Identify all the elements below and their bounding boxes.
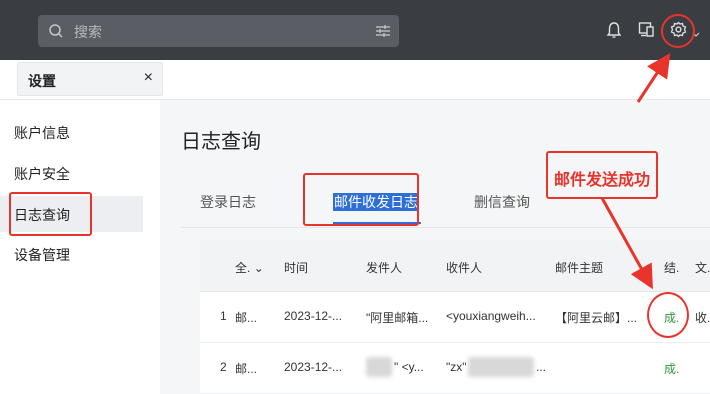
table-row[interactable]: 2 邮... 2023-12-... " <y... "zx" ... 成. bbox=[200, 343, 710, 394]
search-input[interactable]: 搜索 bbox=[74, 22, 102, 42]
bell-icon[interactable] bbox=[606, 21, 622, 44]
sidebar-item-label: 设备管理 bbox=[14, 247, 70, 263]
row-result: 成. bbox=[664, 362, 680, 376]
row-recipient: "zx" bbox=[446, 360, 467, 374]
row-file: 收. bbox=[695, 311, 710, 325]
header-sender: 发件人 bbox=[366, 261, 403, 275]
close-icon[interactable]: × bbox=[144, 69, 153, 87]
annotation-circle-result bbox=[647, 292, 689, 338]
row-subject: ... bbox=[536, 360, 547, 374]
tab-label: 设置 bbox=[28, 73, 56, 89]
row-time: 2023-12-... bbox=[284, 309, 343, 323]
device-icon[interactable] bbox=[638, 21, 655, 43]
sidebar-item-label: 账户安全 bbox=[14, 166, 70, 182]
row-index: 2 bbox=[220, 360, 227, 374]
annotation-box-sidebar bbox=[9, 192, 92, 236]
row-sender: "阿里邮箱... bbox=[366, 311, 429, 325]
row-sender: " <y... bbox=[394, 360, 424, 374]
annotation-label: 邮件发送成功 bbox=[554, 172, 651, 189]
redacted-recipient bbox=[468, 357, 534, 377]
row-type: 邮... bbox=[235, 311, 258, 325]
tab-login-log[interactable]: 登录日志 bbox=[200, 192, 256, 212]
table-row[interactable]: 1 邮... 2023-12-... "阿里邮箱... <youxiangwei… bbox=[200, 292, 710, 343]
row-index: 1 bbox=[220, 309, 227, 323]
header-type[interactable]: 全. ⌄ bbox=[235, 259, 264, 276]
chevron-down-icon[interactable]: ⌄ bbox=[254, 261, 264, 275]
row-time: 2023-12-... bbox=[284, 360, 343, 374]
search-box[interactable]: 搜索 bbox=[38, 15, 399, 47]
row-type: 邮... bbox=[235, 362, 258, 376]
annotation-box-tab bbox=[303, 173, 419, 226]
tab-settings[interactable]: 设置 × bbox=[17, 62, 163, 96]
header-subject: 邮件主题 bbox=[555, 261, 604, 275]
table-header: 全. ⌄ 时间 发件人 收件人 邮件主题 结. 文. bbox=[200, 240, 710, 292]
header-result: 结. bbox=[664, 261, 680, 275]
redacted-sender bbox=[366, 357, 392, 377]
sidebar-item-account-info[interactable]: 账户信息 bbox=[0, 114, 143, 150]
page-title: 日志查询 bbox=[181, 131, 261, 153]
filter-icon[interactable] bbox=[375, 23, 391, 44]
top-bar: 搜索 bbox=[0, 0, 710, 60]
annotation-circle-gear bbox=[661, 14, 695, 48]
header-recipient: 收件人 bbox=[446, 261, 483, 275]
search-icon bbox=[48, 23, 64, 44]
row-recipient: <youxiangweih... bbox=[446, 309, 536, 323]
tab-bar: 设置 × bbox=[0, 60, 710, 100]
tab-deleted-mail-query[interactable]: 删信查询 bbox=[474, 192, 530, 212]
mail-log-table: 全. ⌄ 时间 发件人 收件人 邮件主题 结. 文. 1 邮... 2023-1… bbox=[200, 240, 710, 394]
sidebar: 账户信息 账户安全 日志查询 设备管理 bbox=[0, 100, 160, 394]
main-content: 日志查询 登录日志 邮件收发日志 删信查询 全. ⌄ 时间 发件人 收件人 邮件… bbox=[160, 100, 710, 394]
header-time: 时间 bbox=[284, 261, 309, 275]
sidebar-item-label: 账户信息 bbox=[14, 125, 70, 141]
row-subject: 【阿里云邮】... bbox=[555, 311, 638, 325]
sidebar-item-account-security[interactable]: 账户安全 bbox=[0, 155, 143, 191]
header-file: 文. bbox=[695, 261, 710, 275]
sidebar-item-device-management[interactable]: 设备管理 bbox=[0, 236, 143, 272]
